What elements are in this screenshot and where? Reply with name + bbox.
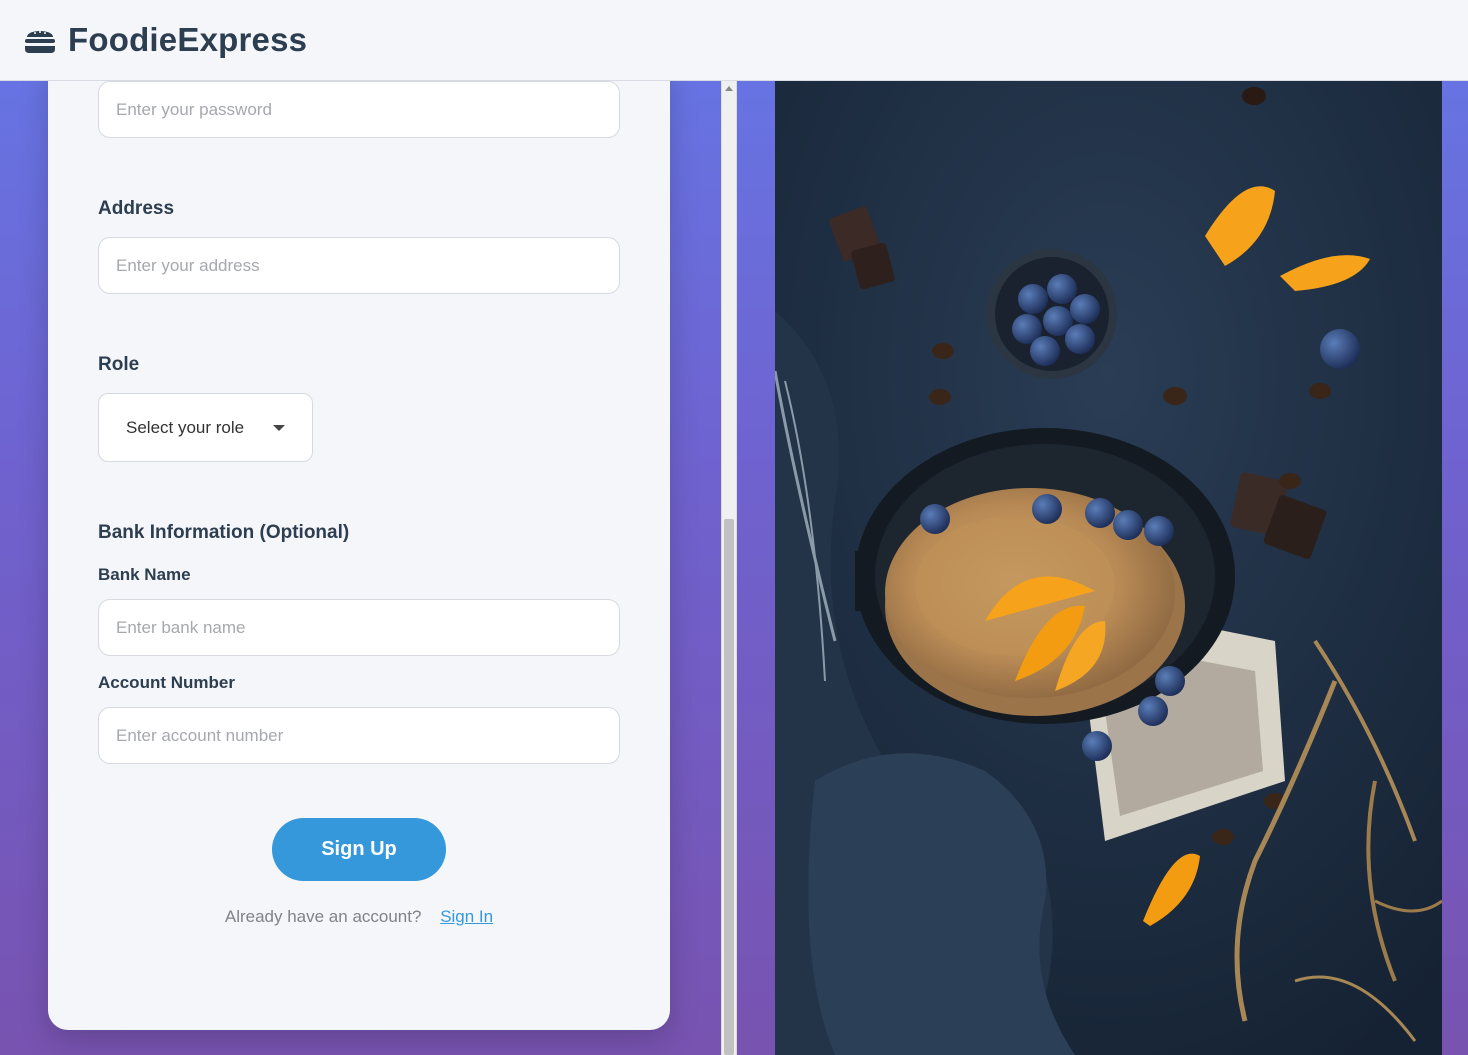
top-navbar: FoodieExpress — [0, 0, 1468, 81]
signin-prompt: Already have an account? — [224, 907, 422, 926]
food-photo — [775, 81, 1442, 1055]
address-input[interactable] — [98, 237, 620, 294]
signup-card: Address Role Select your role Bank Infor… — [48, 60, 670, 1030]
bank-section-title: Bank Information (Optional) — [98, 522, 350, 543]
account-number-label: Account Number — [98, 673, 235, 692]
role-select[interactable]: Select your role — [98, 393, 313, 462]
address-label: Address — [98, 198, 175, 219]
role-label: Role — [98, 354, 140, 375]
chevron-down-icon — [273, 425, 285, 431]
sign-up-button[interactable]: Sign Up — [272, 818, 446, 881]
role-select-value: Select your role — [126, 417, 245, 437]
account-number-input[interactable] — [98, 707, 620, 764]
bank-name-label: Bank Name — [98, 565, 191, 584]
scroll-thumb[interactable] — [724, 519, 734, 1055]
hamburger-icon — [25, 31, 55, 53]
signin-row: Already have an account? Sign In — [48, 907, 670, 927]
scrollbar[interactable] — [721, 81, 737, 1055]
scroll-up-icon[interactable] — [725, 86, 733, 91]
sign-in-link[interactable]: Sign In — [440, 907, 493, 926]
bank-name-input[interactable] — [98, 599, 620, 656]
food-photo-image — [775, 81, 1442, 1055]
password-input[interactable] — [98, 81, 620, 138]
brand-name[interactable]: FoodieExpress — [68, 21, 307, 59]
